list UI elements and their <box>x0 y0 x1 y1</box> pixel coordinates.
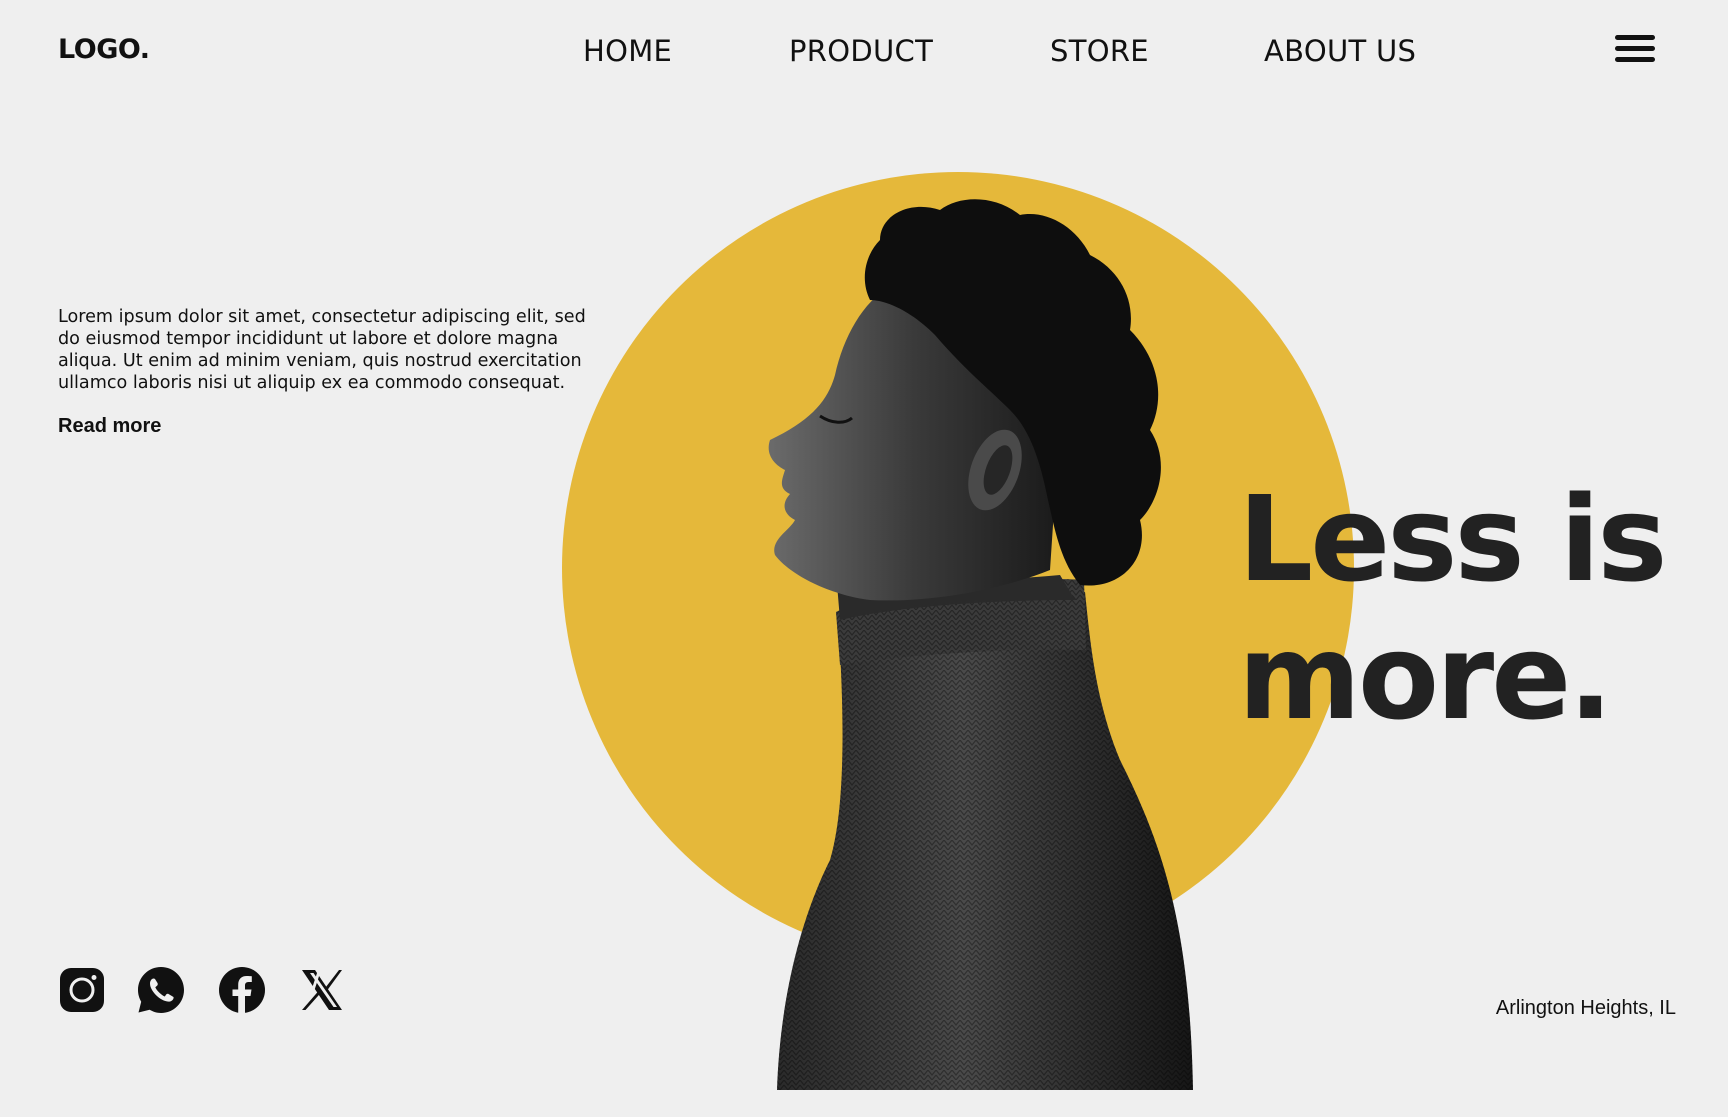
facebook-icon[interactable] <box>218 966 266 1014</box>
portrait-face <box>768 280 1060 601</box>
intro-text: Lorem ipsum dolor sit amet, consectetur … <box>58 306 586 393</box>
whatsapp-icon[interactable] <box>137 966 185 1014</box>
read-more-link[interactable]: Read more <box>58 415 161 438</box>
accent-circle <box>562 172 1354 964</box>
landing-page: LOGO. HOME PRODUCT STORE ABOUT US Lorem … <box>0 0 1728 1117</box>
nav-about-us[interactable]: ABOUT US <box>1264 34 1416 68</box>
nav-home[interactable]: HOME <box>583 34 672 68</box>
nav-product[interactable]: PRODUCT <box>789 34 933 68</box>
portrait-sweater <box>777 591 1193 1090</box>
headline-line-1: Less is <box>1238 470 1667 608</box>
portrait-hair <box>864 199 1161 586</box>
portrait-collar <box>836 579 1086 665</box>
x-icon[interactable] <box>298 966 346 1014</box>
main-nav: HOME PRODUCT STORE ABOUT US <box>0 34 1728 74</box>
location-text: Arlington Heights, IL <box>1495 997 1676 1019</box>
nav-store[interactable]: STORE <box>1050 34 1149 68</box>
hero-headline: Less is more. <box>1238 470 1667 746</box>
hamburger-menu-icon[interactable] <box>1615 35 1655 65</box>
instagram-icon[interactable] <box>58 966 106 1014</box>
headline-line-2: more. <box>1238 608 1613 746</box>
